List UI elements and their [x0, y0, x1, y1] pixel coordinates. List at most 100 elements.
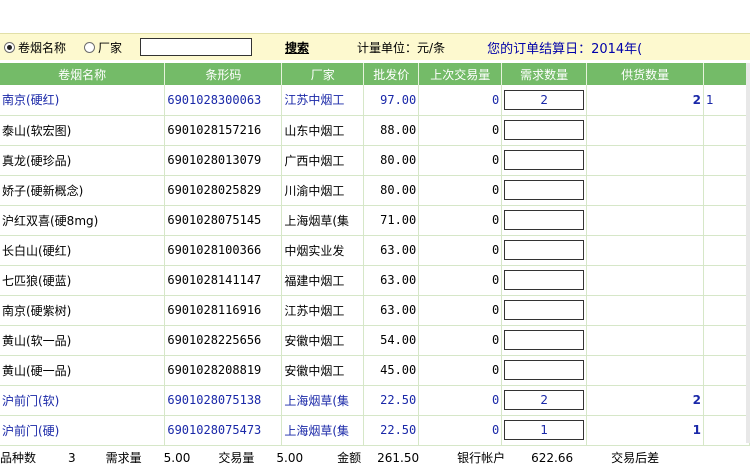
cell-demand [501, 355, 588, 386]
bank-account-label: 银行帐户 [457, 451, 506, 465]
demand-quantity-input[interactable]: 2 [504, 89, 585, 110]
cell-barcode: 6901028141147 [164, 265, 283, 296]
cell-price: 63.00 [363, 265, 420, 296]
cell-price: 80.00 [363, 145, 420, 176]
cell-price: 22.50 [363, 415, 420, 446]
table-row[interactable]: 黄山(软一品) 6901028225656 安徽中烟工 54.00 0 [0, 325, 750, 356]
cell-last-trade: 0 [418, 355, 503, 386]
column-header-price[interactable]: 批发价 [363, 63, 420, 85]
cell-barcode: 6901028075145 [164, 205, 283, 236]
cell-extra [703, 325, 750, 356]
trade-total-label: 交易量 [218, 451, 255, 465]
cell-name: 黄山(软一品) [0, 325, 166, 356]
demand-quantity-input[interactable] [504, 330, 585, 350]
table-row[interactable]: 长白山(硬红) 6901028100366 中烟实业发 63.00 0 [0, 235, 750, 266]
radio-manufacturer-label: 厂家 [98, 40, 123, 55]
radio-manufacturer[interactable]: 厂家 [84, 39, 122, 56]
table-row[interactable]: 娇子(硬新概念) 6901028025829 川渝中烟工 80.00 0 [0, 175, 750, 206]
table-row[interactable]: 泰山(软宏图) 6901028157216 山东中烟工 88.00 0 [0, 115, 750, 146]
cell-manufacturer: 福建中烟工 [281, 265, 365, 296]
trade-total-value: 5.00 [276, 450, 304, 465]
column-header-name[interactable]: 卷烟名称 [0, 63, 166, 85]
demand-quantity-input[interactable] [504, 210, 585, 230]
table-row[interactable]: 沪红双喜(硬8mg) 6901028075145 上海烟草(集 71.00 0 [0, 205, 750, 236]
table-row[interactable]: 南京(硬紫树) 6901028116916 江苏中烟工 63.00 0 [0, 295, 750, 326]
table-row[interactable]: 真龙(硬珍品) 6901028013079 广西中烟工 80.00 0 [0, 145, 750, 176]
cell-manufacturer: 安徽中烟工 [281, 355, 365, 386]
cell-extra [703, 355, 750, 386]
demand-quantity-input[interactable]: 1 [504, 420, 585, 440]
demand-quantity-input[interactable] [504, 270, 585, 290]
demand-quantity-input[interactable] [504, 180, 585, 200]
demand-quantity-input[interactable] [504, 120, 585, 140]
search-button[interactable]: 搜索 [285, 39, 309, 56]
table-row[interactable]: 沪前门(软) 6901028075138 上海烟草(集 22.50 0 2 2 [0, 385, 750, 416]
cell-barcode: 6901028075473 [164, 415, 283, 446]
cell-demand [501, 175, 588, 206]
cell-supply [586, 295, 705, 326]
cell-price: 88.00 [363, 115, 420, 146]
cell-name: 黄山(硬一品) [0, 355, 166, 386]
demand-quantity-input[interactable]: 2 [504, 390, 585, 410]
cell-last-trade: 0 [418, 265, 503, 296]
column-header-demand[interactable]: 需求数量 [501, 63, 588, 85]
cell-manufacturer: 上海烟草(集 [281, 205, 365, 236]
demand-quantity-input[interactable] [504, 360, 585, 380]
cell-extra [703, 175, 750, 206]
cell-demand [501, 265, 588, 296]
cell-manufacturer: 广西中烟工 [281, 145, 365, 176]
column-header-barcode[interactable]: 条形码 [164, 63, 283, 85]
demand-quantity-input[interactable] [504, 150, 585, 170]
cell-price: 80.00 [363, 175, 420, 206]
demand-total-label: 需求量 [105, 451, 142, 465]
cell-last-trade: 0 [418, 325, 503, 356]
cell-demand: 2 [501, 385, 588, 416]
column-header-supply[interactable]: 供货数量 [586, 63, 705, 85]
cell-last-trade: 0 [418, 415, 503, 446]
cell-manufacturer: 江苏中烟工 [281, 295, 365, 326]
cell-supply [586, 175, 705, 206]
cell-name: 真龙(硬珍品) [0, 145, 166, 176]
table-row[interactable]: 七匹狼(硬蓝) 6901028141147 福建中烟工 63.00 0 [0, 265, 750, 296]
cell-demand [501, 115, 588, 146]
cell-barcode: 6901028225656 [164, 325, 283, 356]
cell-last-trade: 0 [418, 115, 503, 146]
cell-supply [586, 265, 705, 296]
top-banner [0, 0, 750, 34]
cell-price: 63.00 [363, 295, 420, 326]
cell-last-trade: 0 [418, 85, 503, 116]
radio-selected-icon [4, 41, 15, 53]
after-trade-label: 交易后差 [611, 451, 660, 465]
cell-supply [586, 205, 705, 236]
cell-supply [586, 355, 705, 386]
cell-supply: 1 [586, 415, 705, 446]
search-input[interactable] [140, 38, 253, 56]
cell-supply [586, 115, 705, 146]
cell-supply [586, 325, 705, 356]
table-row[interactable]: 南京(硬红) 6901028300063 江苏中烟工 97.00 0 2 2 1 [0, 85, 750, 116]
cell-extra [703, 385, 750, 416]
column-header-last-trade[interactable]: 上次交易量 [418, 63, 503, 85]
cell-supply [586, 235, 705, 266]
table-row[interactable]: 黄山(硬一品) 6901028208819 安徽中烟工 45.00 0 [0, 355, 750, 386]
kinds-label: 品种数 [0, 451, 37, 465]
column-header-manufacturer[interactable]: 厂家 [281, 63, 365, 85]
demand-quantity-input[interactable] [504, 240, 585, 260]
cell-demand: 2 [501, 85, 588, 116]
cell-extra [703, 295, 750, 326]
cell-last-trade: 0 [418, 295, 503, 326]
cell-name: 南京(硬紫树) [0, 295, 166, 326]
cell-demand [501, 235, 588, 266]
radio-cigarette-name[interactable]: 卷烟名称 [4, 39, 66, 56]
cell-price: 45.00 [363, 355, 420, 386]
order-summary-footer: 品种数 3 需求量 5.00 交易量 5.00 金额 261.50 银行帐户 6… [0, 446, 750, 469]
demand-quantity-input[interactable] [504, 300, 585, 320]
cell-manufacturer: 江苏中烟工 [281, 85, 365, 116]
cell-last-trade: 0 [418, 145, 503, 176]
cell-extra [703, 115, 750, 146]
cell-name: 沪前门(硬) [0, 415, 166, 446]
cell-manufacturer: 山东中烟工 [281, 115, 365, 146]
vertical-scrollbar[interactable] [746, 63, 750, 443]
cell-extra [703, 265, 750, 296]
table-row[interactable]: 沪前门(硬) 6901028075473 上海烟草(集 22.50 0 1 1 [0, 415, 750, 446]
